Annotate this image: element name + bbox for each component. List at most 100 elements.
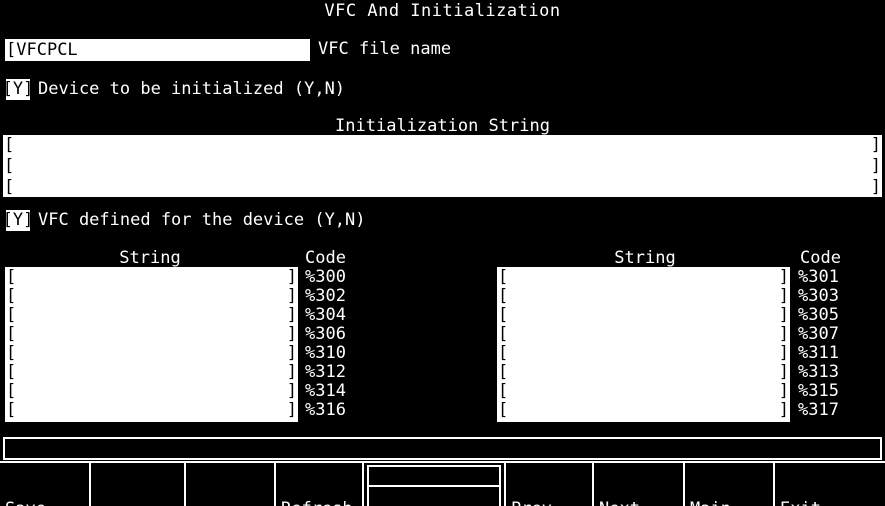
fkey-split-box-lower[interactable] (369, 487, 499, 506)
fkey-label-line1 (191, 499, 274, 506)
code-value: %313 (798, 362, 839, 382)
right-code-column: %301 %303 %305 %307 %311 %313 %315 %317 (798, 267, 878, 420)
field-bracket-close: ] (778, 267, 789, 287)
table-row[interactable]: [ ] (497, 344, 790, 363)
initialization-string-panel[interactable]: [ ] [ ] [ ] (3, 135, 882, 197)
field-bracket-open: [ (6, 267, 17, 287)
fkey-label-line1: Save (5, 499, 89, 506)
right-string-table[interactable]: [ ] [ ] [ ] [ ] [ ] [ ] [] [] (497, 267, 790, 422)
code-value: %315 (798, 381, 839, 401)
field-bracket-open: [ (4, 155, 15, 176)
code-value: %302 (305, 286, 346, 306)
field-bracket-open: [ (498, 381, 509, 401)
field-bracket-open: [ (498, 305, 509, 325)
field-bracket-close: ] (870, 134, 881, 155)
field-bracket-open: [ (498, 400, 509, 420)
table-row[interactable]: [ ] (5, 382, 298, 401)
field-bracket-open: [ (498, 286, 509, 306)
code-value: %303 (798, 286, 839, 306)
vfc-file-name-label: VFC file name (318, 39, 452, 59)
table-row[interactable]: [ ] (497, 363, 790, 382)
field-bracket-open: [ (6, 400, 17, 420)
left-string-table[interactable]: [ ] [ ] [ ] [ ] [ ] [ ] [] [] (5, 267, 298, 422)
right-code-column-header: Code (800, 248, 841, 268)
initialization-string-heading: Initialization String (335, 116, 550, 136)
fkey-split-box-upper[interactable] (369, 467, 499, 487)
field-bracket-close: ] (286, 343, 297, 363)
table-row[interactable]: [ ] (5, 325, 298, 344)
vfc-file-name-value: VFCPCL (16, 39, 78, 60)
table-row[interactable]: [ ] (497, 382, 790, 401)
field-bracket-close: ] (778, 400, 789, 420)
code-value: %312 (305, 362, 346, 382)
field-bracket-close: ] (778, 324, 789, 344)
vfc-defined-label: VFC defined for the device (Y,N) (38, 210, 366, 230)
field-bracket-open: [ (6, 381, 17, 401)
table-row[interactable]: [ ] (497, 306, 790, 325)
field-bracket-close: ] (870, 176, 881, 197)
toggle-bracket-open: [ (2, 79, 13, 99)
initialization-string-row[interactable]: [ ] (3, 177, 882, 197)
field-bracket-open: [ (6, 286, 17, 306)
fkey-exit[interactable]: Exit (775, 463, 885, 506)
field-bracket-close: ] (286, 362, 297, 382)
table-row[interactable]: [ ] (5, 287, 298, 306)
fkey-blank-3[interactable] (186, 463, 276, 506)
vfc-defined-toggle[interactable]: [Y] (2, 210, 33, 231)
fkey-save-data[interactable]: Save Data (0, 463, 91, 506)
fkey-label-line1: Main (690, 499, 773, 506)
field-bracket-close: ] (286, 286, 297, 306)
table-row[interactable]: [ ] (497, 401, 790, 420)
field-bracket-open: [ (6, 324, 17, 344)
field-bracket-open: [ (4, 134, 15, 155)
field-bracket-open: [ (6, 39, 17, 60)
device-initialized-toggle[interactable]: [Y] (2, 79, 33, 100)
table-row[interactable]: [ ] (5, 401, 298, 420)
field-bracket-open: [ (498, 343, 509, 363)
code-value: %310 (305, 343, 346, 363)
field-bracket-close: ] (286, 305, 297, 325)
table-row[interactable]: [ ] (5, 344, 298, 363)
fkey-label-line1: Refresh (281, 499, 362, 506)
table-row[interactable]: [ ] (497, 287, 790, 306)
vfc-defined-value: Y (12, 210, 24, 230)
field-bracket-open: [ (6, 362, 17, 382)
table-row[interactable]: [ ] (5, 268, 298, 287)
vfc-file-name-input[interactable]: [VFCPCL (5, 39, 310, 61)
initialization-string-row[interactable]: [ ] (3, 156, 882, 176)
fkey-main-menu[interactable]: Main Menu (685, 463, 775, 506)
code-value: %304 (305, 305, 346, 325)
fkey-label-line1: Exit (780, 499, 885, 506)
fkey-next-form[interactable]: Next Form (594, 463, 685, 506)
page-title: VFC And Initialization (324, 1, 561, 21)
field-bracket-open: [ (498, 362, 509, 382)
fkey-split-box-5[interactable] (364, 463, 506, 506)
field-bracket-close: ] (286, 400, 297, 420)
fkey-blank-2[interactable] (91, 463, 186, 506)
fkey-label-line1: Next (599, 499, 683, 506)
field-bracket-close: ] (778, 286, 789, 306)
field-bracket-open: [ (4, 176, 15, 197)
field-bracket-open: [ (498, 267, 509, 287)
fkey-label-line1: Prev (511, 499, 592, 506)
code-value: %306 (305, 324, 346, 344)
table-row[interactable]: [ ] (497, 325, 790, 344)
terminal-screen: VFC And Initialization [VFCPCL VFC file … (0, 0, 885, 506)
table-row[interactable]: [ ] (497, 268, 790, 287)
code-value: %300 (305, 267, 346, 287)
fkey-refresh[interactable]: Refresh (276, 463, 364, 506)
field-bracket-open: [ (6, 343, 17, 363)
field-bracket-close: ] (778, 343, 789, 363)
field-bracket-close: ] (870, 155, 881, 176)
fkey-prev-form[interactable]: Prev Form (506, 463, 594, 506)
field-bracket-open: [ (498, 324, 509, 344)
code-value: %317 (798, 400, 839, 420)
table-row[interactable]: [ ] (5, 306, 298, 325)
table-row[interactable]: [ ] (5, 363, 298, 382)
code-value: %307 (798, 324, 839, 344)
field-bracket-close: ] (286, 267, 297, 287)
initialization-string-row[interactable]: [ ] (3, 135, 882, 155)
fkey-split-box-frame (367, 465, 501, 506)
left-code-column: %300 %302 %304 %306 %310 %312 %314 %316 (305, 267, 380, 420)
toggle-bracket-open: [ (2, 210, 13, 230)
